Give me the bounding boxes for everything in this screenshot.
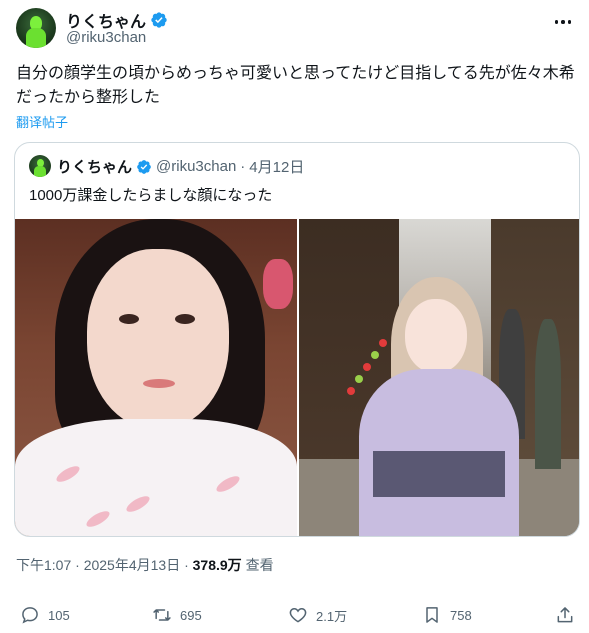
views-count: 378.9万: [192, 557, 242, 573]
translate-link[interactable]: 翻译帖子: [16, 112, 68, 131]
reply-count: 105: [48, 607, 70, 623]
author-avatar[interactable]: [16, 8, 56, 48]
bookmark-button[interactable]: 758: [422, 600, 472, 630]
timestamp-text[interactable]: 下午1:07 · 2025年4月13日 ·: [16, 557, 189, 573]
bookmark-icon: [426, 607, 438, 623]
author-handle[interactable]: @riku3chan: [66, 29, 146, 46]
photo-before[interactable]: [15, 219, 297, 536]
repost-count: 695: [180, 607, 202, 623]
like-button[interactable]: 2.1万: [288, 600, 347, 630]
share-icon: [557, 607, 573, 623]
reply-icon: [22, 607, 38, 624]
like-count: 2.1万: [316, 608, 348, 624]
quoted-header: りくちゃん @riku3chan · 4月12日: [57, 156, 304, 177]
heart-icon: [289, 607, 307, 623]
quoted-author-avatar: [29, 155, 51, 177]
quoted-tweet[interactable]: りくちゃん @riku3chan · 4月12日 1000万課金したらましな顔に…: [14, 142, 580, 537]
quoted-separator: ·: [240, 158, 246, 175]
action-bar: 105 695 2.1万 758: [0, 600, 589, 630]
verified-badge-icon: [151, 12, 167, 28]
quoted-date: 4月12日: [249, 159, 305, 176]
quoted-display-name: りくちゃん: [57, 159, 133, 176]
views-label: 查看: [245, 557, 274, 573]
repost-button[interactable]: 695: [152, 600, 202, 630]
repost-icon: [153, 609, 171, 621]
quoted-photos: [15, 219, 579, 536]
quoted-text: 1000万課金したらましな顔になった: [29, 187, 273, 204]
share-button[interactable]: [555, 600, 575, 630]
tweet-timestamp: 下午1:07 · 2025年4月13日 · 378.9万 查看: [16, 555, 274, 575]
reply-button[interactable]: 105: [20, 600, 70, 630]
tweet-detail: りくちゃん @riku3chan 自分の顔学生の頃からめっちゃ可愛いと思ってたけ…: [0, 0, 589, 633]
quoted-handle: @riku3chan: [156, 158, 237, 175]
tweet-text: 自分の顔学生の頃からめっちゃ可愛いと思ってたけど目指してる先が佐々木希だったから…: [16, 65, 575, 106]
more-options-icon[interactable]: [551, 12, 575, 32]
verified-badge-icon: [137, 159, 151, 174]
photo-after[interactable]: [299, 219, 579, 536]
bookmark-count: 758: [450, 607, 472, 623]
